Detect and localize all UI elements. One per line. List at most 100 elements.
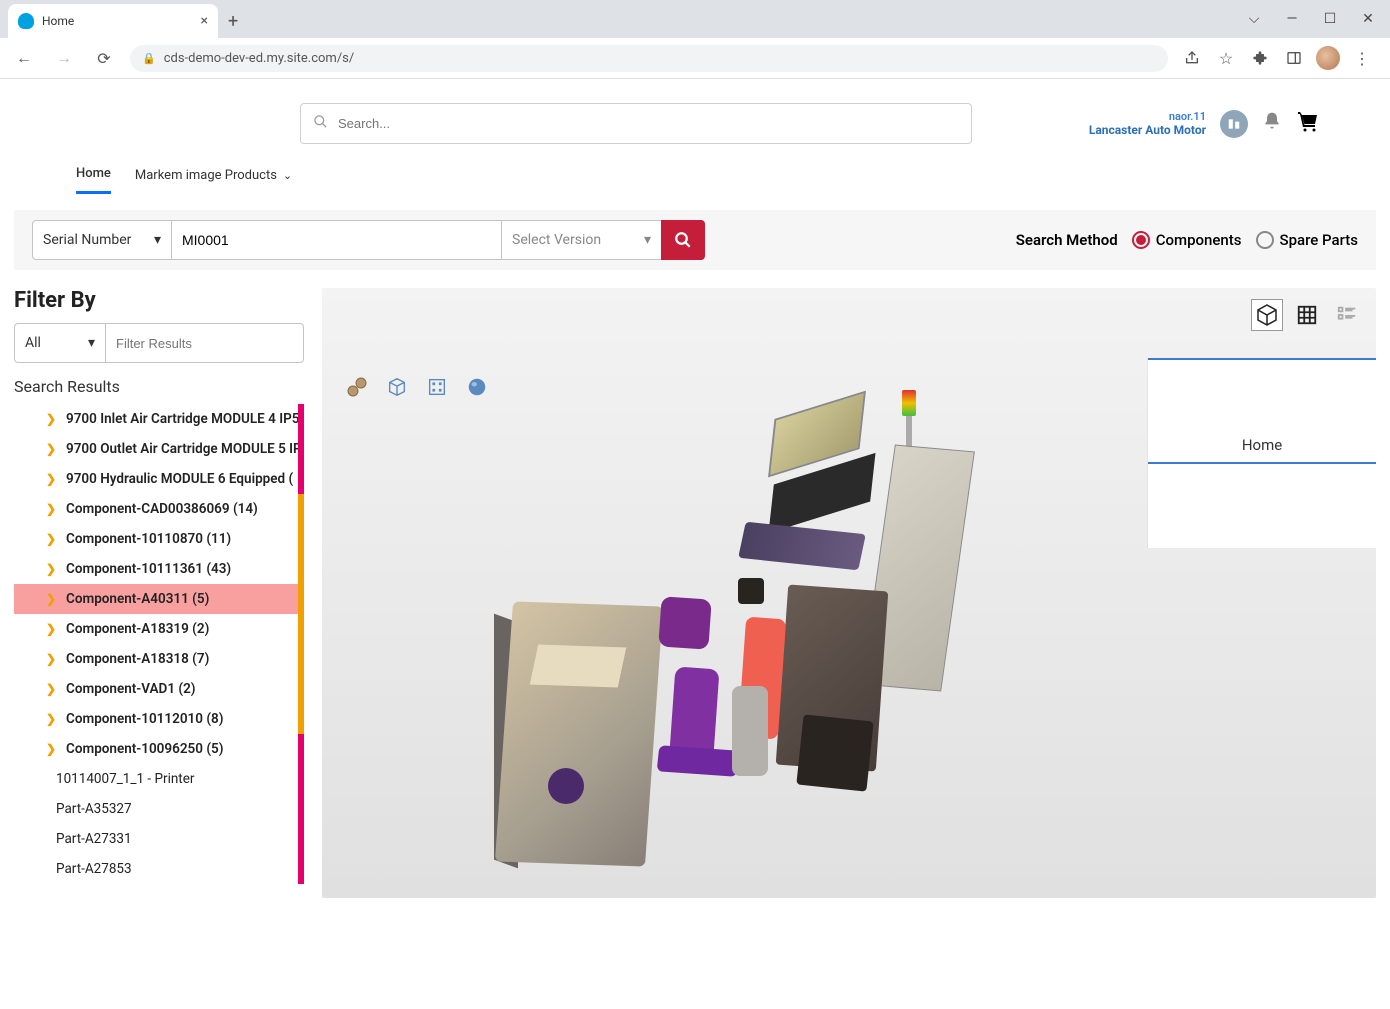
- filter-all-dropdown[interactable]: All ▾: [14, 323, 106, 363]
- product-3d-view[interactable]: [442, 398, 1002, 878]
- extensions-icon[interactable]: [1248, 46, 1272, 70]
- status-bar: [298, 554, 304, 584]
- radio-spare-parts[interactable]: Spare Parts: [1256, 231, 1359, 249]
- menu-icon[interactable]: ⋮: [1350, 46, 1374, 70]
- expand-icon[interactable]: ❯: [46, 712, 56, 726]
- tab-products[interactable]: Markem image Products ⌄: [135, 166, 292, 194]
- tree-item[interactable]: ❯9700 Outlet Air Cartridge MODULE 5 IP: [14, 434, 304, 464]
- status-bar: [298, 704, 304, 734]
- tree-item[interactable]: ❯9700 Hydraulic MODULE 6 Equipped (: [14, 464, 304, 494]
- reload-button[interactable]: ⟳: [90, 44, 118, 72]
- status-bar: [298, 824, 304, 854]
- expand-icon[interactable]: ❯: [46, 502, 56, 516]
- cube-tool-icon[interactable]: [384, 374, 410, 400]
- version-dropdown[interactable]: Select Version ▾: [502, 220, 662, 260]
- window-controls: ⌵ — ☐ ✕: [1240, 0, 1390, 38]
- tree-item[interactable]: ❯ Component-10112010 (8): [14, 704, 304, 734]
- back-button[interactable]: ←: [10, 44, 38, 72]
- search-input[interactable]: [338, 116, 959, 131]
- tree-item-label: Component-VAD1 (2): [66, 681, 196, 697]
- tree-item[interactable]: ❯ 9700 Inlet Air Cartridge MODULE 4 IP52: [14, 404, 304, 434]
- close-icon[interactable]: ×: [201, 13, 208, 29]
- status-bar: [298, 404, 304, 434]
- tree-item[interactable]: Part-A27331: [14, 824, 304, 854]
- cart-icon[interactable]: [1296, 109, 1320, 139]
- username: naor.11: [1089, 110, 1206, 123]
- filter-controls: All ▾: [14, 323, 304, 363]
- radio-components[interactable]: Components: [1132, 231, 1242, 249]
- serial-input[interactable]: [172, 220, 502, 260]
- star-icon[interactable]: ☆: [1214, 46, 1238, 70]
- minimize-button[interactable]: —: [1278, 5, 1306, 33]
- tree-item[interactable]: Part-A27853: [14, 854, 304, 884]
- tree-item-label: Component-10110870 (11): [66, 531, 231, 547]
- tab-strip: Home × + ⌵ — ☐ ✕: [0, 0, 1390, 38]
- expand-icon[interactable]: ❯: [46, 592, 56, 606]
- filter-results-input[interactable]: [106, 323, 304, 363]
- status-bar: [298, 494, 304, 524]
- search-button[interactable]: [661, 220, 705, 260]
- tree-item[interactable]: ❯Component-CAD00386069 (14): [14, 494, 304, 524]
- sphere-tool-icon[interactable]: [464, 374, 490, 400]
- notifications-icon[interactable]: [1262, 111, 1282, 136]
- tree-item[interactable]: ❯Component-A18318 (7): [14, 644, 304, 674]
- view-list-icon[interactable]: [1332, 300, 1362, 330]
- new-tab-button[interactable]: +: [218, 5, 248, 38]
- search-method-group: Search Method Components Spare Parts: [1016, 231, 1358, 249]
- explode-tool-icon[interactable]: [424, 374, 450, 400]
- tree-item[interactable]: ❯ Component-10110870 (11): [14, 524, 304, 554]
- expand-icon[interactable]: ❯: [46, 652, 56, 666]
- tree-item[interactable]: ❯ Component-10111361 (43): [14, 554, 304, 584]
- tree-item[interactable]: ❯ Component-VAD1 (2): [14, 674, 304, 704]
- expand-icon[interactable]: ❯: [46, 622, 56, 636]
- chevron-down-icon: ⌄: [283, 169, 292, 182]
- expand-icon[interactable]: ❯: [46, 472, 56, 486]
- tree-item[interactable]: Part-A35327: [14, 794, 304, 824]
- tree-item-label: Component-A40311 (5): [66, 591, 209, 607]
- expand-icon[interactable]: ❯: [46, 682, 56, 696]
- breadcrumb-home[interactable]: Home: [1148, 358, 1376, 464]
- chevron-down-icon[interactable]: ⌵: [1240, 5, 1268, 33]
- view-3d-icon[interactable]: [1252, 300, 1282, 330]
- url-input[interactable]: 🔒 cds-demo-dev-ed.my.site.com/s/: [130, 45, 1168, 72]
- browser-action-icons: ☆ ⋮: [1180, 46, 1380, 70]
- main-row: Filter By All ▾ Search Results ❯9700 Inl…: [14, 288, 1376, 898]
- profile-avatar[interactable]: [1316, 46, 1340, 70]
- tree-item-label: 9700 Inlet Air Cartridge MODULE 4 IP52: [66, 411, 304, 427]
- expand-icon[interactable]: ❯: [46, 442, 56, 456]
- close-window-button[interactable]: ✕: [1354, 5, 1382, 33]
- tree-item-label: Part-A27331: [56, 831, 132, 847]
- global-search[interactable]: [300, 103, 972, 144]
- maximize-button[interactable]: ☐: [1316, 5, 1344, 33]
- tab-home[interactable]: Home: [76, 166, 111, 194]
- search-bar-row: Serial Number ▾ Select Version ▾ Search …: [14, 210, 1376, 270]
- results-tree: ❯9700 Inlet Air Cartridge MODULE 4 IP52❯…: [14, 404, 304, 884]
- orbit-tool-icon[interactable]: [344, 374, 370, 400]
- account-text[interactable]: naor.11 Lancaster Auto Motor: [1089, 110, 1206, 137]
- lock-icon: 🔒: [142, 52, 156, 65]
- expand-icon[interactable]: ❯: [46, 412, 56, 426]
- account-badge-icon[interactable]: [1220, 110, 1248, 138]
- search-icon: [313, 114, 328, 133]
- status-bar: [298, 434, 304, 464]
- tree-item[interactable]: ❯ Component-A40311 (5): [14, 584, 304, 614]
- expand-icon[interactable]: ❯: [46, 532, 56, 546]
- tree-item[interactable]: 10114007_1_1 - Printer: [14, 764, 304, 794]
- filter-type-dropdown[interactable]: Serial Number ▾: [32, 220, 172, 260]
- browser-tab[interactable]: Home ×: [8, 4, 218, 38]
- tree-item-label: Component-10111361 (43): [66, 561, 231, 577]
- status-bar: [298, 614, 304, 644]
- expand-icon[interactable]: ❯: [46, 742, 56, 756]
- tree-item[interactable]: ❯Component-A18319 (2): [14, 614, 304, 644]
- forward-button: →: [50, 44, 78, 72]
- tree-item[interactable]: ❯Component-10096250 (5): [14, 734, 304, 764]
- share-icon[interactable]: [1180, 46, 1204, 70]
- browser-chrome: Home × + ⌵ — ☐ ✕ ← → ⟳ 🔒 cds-demo-dev-ed…: [0, 0, 1390, 79]
- expand-icon[interactable]: ❯: [46, 562, 56, 576]
- account-area: naor.11 Lancaster Auto Motor: [1089, 109, 1320, 139]
- app-root: naor.11 Lancaster Auto Motor Home Markem…: [0, 79, 1390, 898]
- view-grid-icon[interactable]: [1292, 300, 1322, 330]
- side-panel-icon[interactable]: [1282, 46, 1306, 70]
- tree-item-label: Component-10112010 (8): [66, 711, 223, 727]
- caret-down-icon: ▾: [154, 232, 161, 248]
